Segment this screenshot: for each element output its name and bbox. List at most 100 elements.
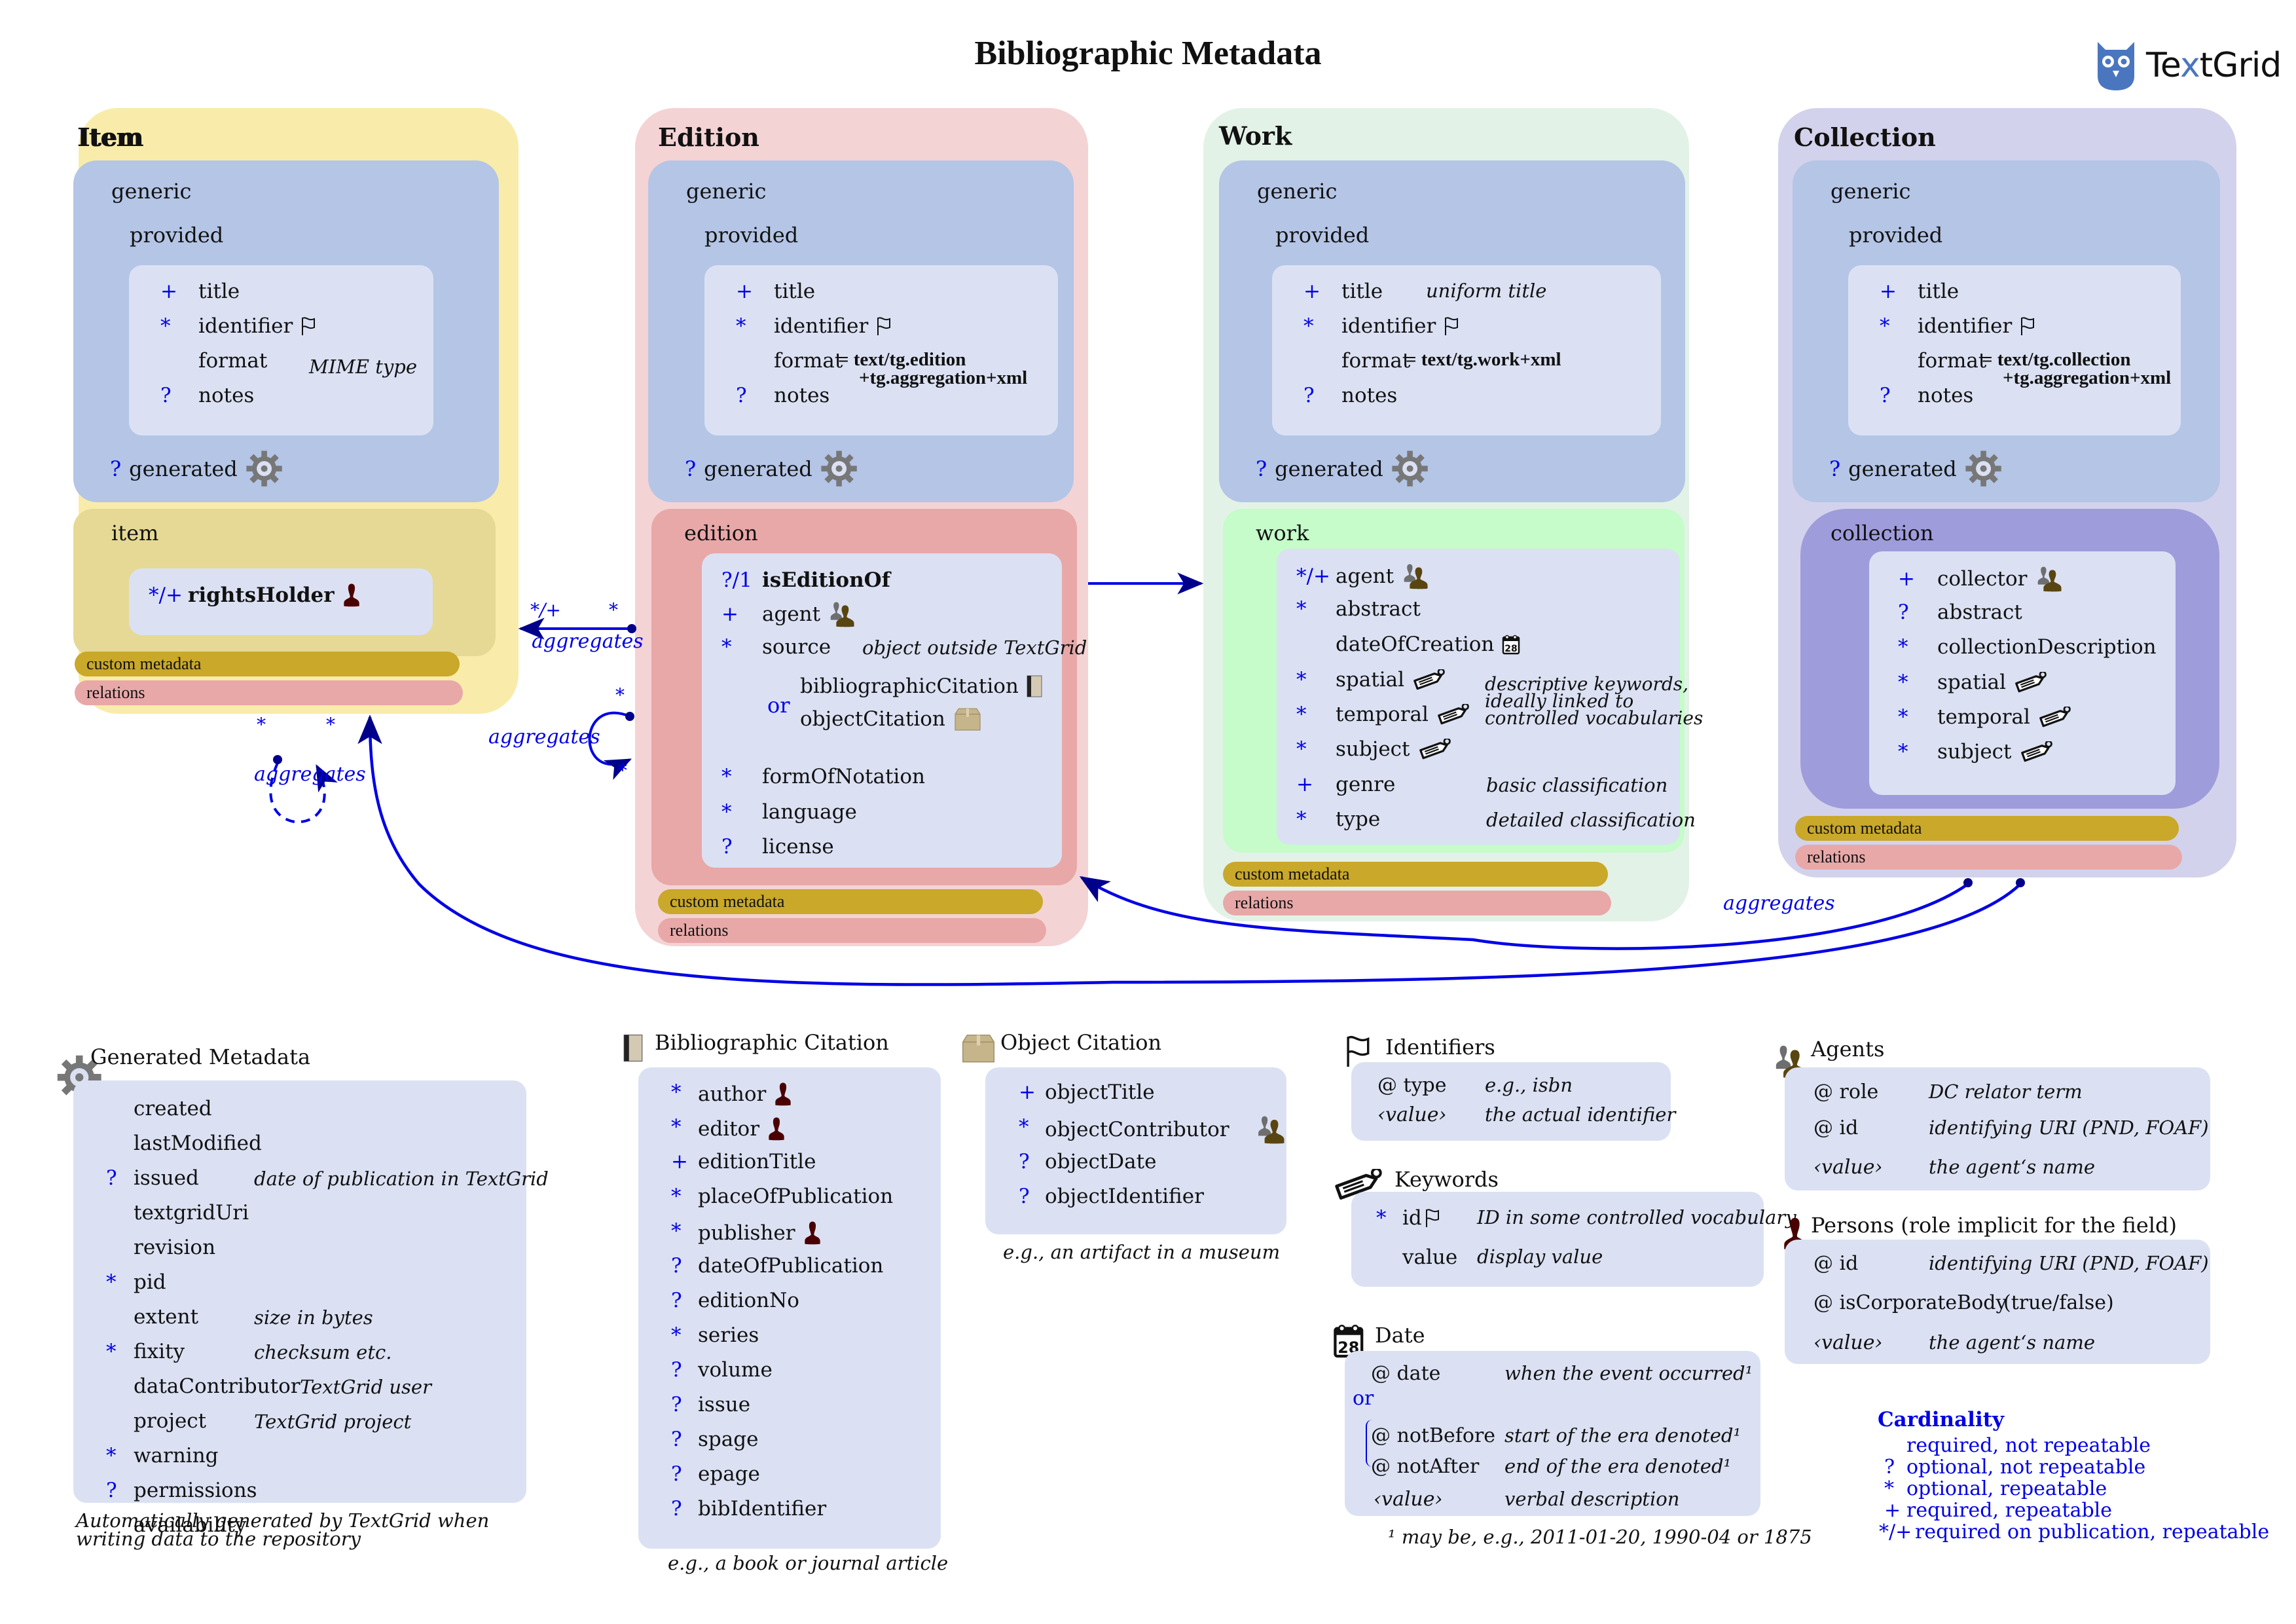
- item-self-end-card: *: [326, 714, 335, 735]
- edition-to-item-label: aggregates: [532, 630, 644, 653]
- date-row-key: @ date: [1371, 1362, 1441, 1385]
- collection-section-label: collection: [1831, 521, 1934, 545]
- bibliographic-row-placeOfPublication: placeOfPublication: [698, 1185, 893, 1208]
- work-field-sym: *: [1296, 668, 1307, 692]
- item-custom-metadata[interactable]: custom metadata: [75, 652, 460, 676]
- identifiers-row-note: the actual identifier: [1485, 1103, 1676, 1126]
- edition-self-start-card: *: [615, 684, 625, 706]
- work-field-name: temporal: [1336, 703, 1429, 726]
- edition-to-item-target-card: */+: [530, 599, 561, 621]
- work-field-name: genre: [1336, 773, 1396, 796]
- item-field-name: notes: [198, 384, 255, 407]
- bibliographic-field-name: epage: [698, 1462, 760, 1486]
- generated-row-sym: *: [106, 1340, 117, 1363]
- edition-provided-notes: ? notes: [736, 384, 829, 407]
- edition-custom-metadata[interactable]: custom metadata: [658, 889, 1043, 914]
- collection-field-collector: + collector: [1898, 566, 2063, 592]
- collection-to-edition-label: aggregates: [1723, 892, 1835, 915]
- work-custom-metadata[interactable]: custom metadata: [1223, 862, 1608, 887]
- work-field-name: format: [1341, 349, 1411, 373]
- owl-icon: [2098, 42, 2134, 90]
- bibliographic-row-dateOfPublication: dateOfPublication: [698, 1254, 883, 1278]
- keywords-row-sym: *: [1376, 1206, 1387, 1230]
- collection-generated-row: ? generated: [1829, 450, 2002, 487]
- work-field-name: type: [1336, 807, 1381, 831]
- work-provided-sym: +: [1303, 280, 1321, 303]
- edition-field-name: title: [774, 280, 816, 303]
- work-provided-identifier: * identifier: [1303, 314, 1459, 338]
- collection-custom-metadata[interactable]: custom metadata: [1795, 816, 2179, 841]
- collection-field-abstract: ? abstract: [1898, 600, 2022, 624]
- tag-icon: [2014, 672, 2049, 693]
- edition-generated-label: generated: [704, 456, 812, 481]
- edition-section-label: edition: [684, 521, 758, 545]
- collection-to-item-origin-dot: [2016, 878, 2025, 887]
- work-field-name: subject: [1336, 737, 1410, 761]
- item-provided-note: MIME type: [309, 356, 417, 378]
- generated-row-lastModified: lastModified: [134, 1132, 262, 1155]
- textgrid-logo: TextGrid: [2095, 36, 2282, 95]
- generated-row-extent: extent: [134, 1305, 199, 1329]
- flag-icon: [1425, 1208, 1440, 1228]
- edition-generated-sym: ?: [685, 456, 697, 481]
- flag-icon: [2020, 316, 2035, 337]
- bibliographic-field-name: editor: [698, 1117, 760, 1141]
- edition-relations[interactable]: relations: [658, 918, 1046, 943]
- work-field-sym: *: [1296, 703, 1307, 726]
- item-heading: Item: [77, 122, 143, 152]
- cardinality-sym: */+: [1879, 1521, 1912, 1543]
- identifiers-row-key: ‹value›: [1377, 1103, 1447, 1126]
- cardinality-desc: optional, not repeatable: [1906, 1456, 2146, 1479]
- collection-provided-title: + title: [1880, 280, 1959, 303]
- item-provided-sym: *: [160, 314, 171, 338]
- bibliographic-row-sym: ?: [671, 1254, 682, 1278]
- collection-generic-label: generic: [1831, 179, 1911, 204]
- agents-row-key: @ role: [1813, 1080, 1879, 1103]
- work-field-sym: */+: [1296, 564, 1330, 588]
- collection-field-collectionDescription: * collectionDescription: [1898, 635, 2157, 659]
- bibliographic-row-sym: *: [671, 1185, 682, 1208]
- collection-field-name: identifier: [1918, 314, 2013, 338]
- edition-heading: Edition: [658, 122, 759, 152]
- edition-field-name: bibliographicCitation: [800, 674, 1019, 698]
- edition-provided-sym: +: [736, 280, 753, 303]
- work-relations[interactable]: relations: [1223, 891, 1611, 915]
- date-brace: [1366, 1420, 1374, 1467]
- cardinality-desc: required, not repeatable: [1906, 1434, 2151, 1457]
- work-field-name: abstract: [1336, 597, 1421, 621]
- persons-row-note: identifying URI (PND, FOAF): [1929, 1252, 2209, 1274]
- bibliographic-row-author: author: [698, 1080, 792, 1108]
- date-footnote: ¹ may be, e.g., 2011-01-20, 1990-04 or 1…: [1388, 1526, 1812, 1548]
- work-field-name: dateOfCreation: [1336, 633, 1495, 656]
- item-generated-sym: ?: [110, 456, 122, 481]
- bibliographic-field-name: volume: [698, 1358, 773, 1382]
- tag-icon: [2020, 741, 2055, 762]
- bibliographic-row-sym: *: [671, 1219, 682, 1243]
- collection-relations[interactable]: relations: [1795, 845, 2182, 870]
- agents-icon: [828, 601, 856, 627]
- collection-field-name: collector: [1937, 567, 2028, 591]
- item-relations[interactable]: relations: [75, 680, 463, 705]
- agents-legend-title: Agents: [1811, 1037, 1885, 1061]
- work-field-type: * type: [1296, 807, 1380, 831]
- flag-icon: [1444, 316, 1459, 337]
- box-icon: [960, 1033, 996, 1063]
- agents-icon: [2035, 566, 2063, 592]
- persons-row-key: ‹value›: [1813, 1331, 1883, 1354]
- date-row-note: start of the era denoted¹: [1504, 1424, 1741, 1447]
- item-field-name: title: [198, 280, 240, 303]
- keywords-row-note: display value: [1477, 1246, 1603, 1268]
- date-or-label: or: [1353, 1387, 1374, 1410]
- edition-field-objectCitation: objectCitation: [800, 707, 982, 731]
- item-provided-label: provided: [130, 223, 224, 248]
- generated-row-warning: warning: [134, 1444, 219, 1467]
- agents-icon: [1402, 563, 1429, 589]
- identifiers-row-note: e.g., isbn: [1485, 1074, 1573, 1096]
- edition-self-origin-dot: [625, 712, 634, 721]
- bibliographic-row-sym: *: [671, 1115, 682, 1139]
- bibliographic-row-volume: volume: [698, 1358, 773, 1382]
- work-field-sym: *: [1296, 737, 1307, 761]
- work-provided-format: format: [1303, 349, 1410, 373]
- work-provided-sym: ?: [1303, 384, 1315, 407]
- collection-field-subject: * subject: [1898, 740, 2055, 764]
